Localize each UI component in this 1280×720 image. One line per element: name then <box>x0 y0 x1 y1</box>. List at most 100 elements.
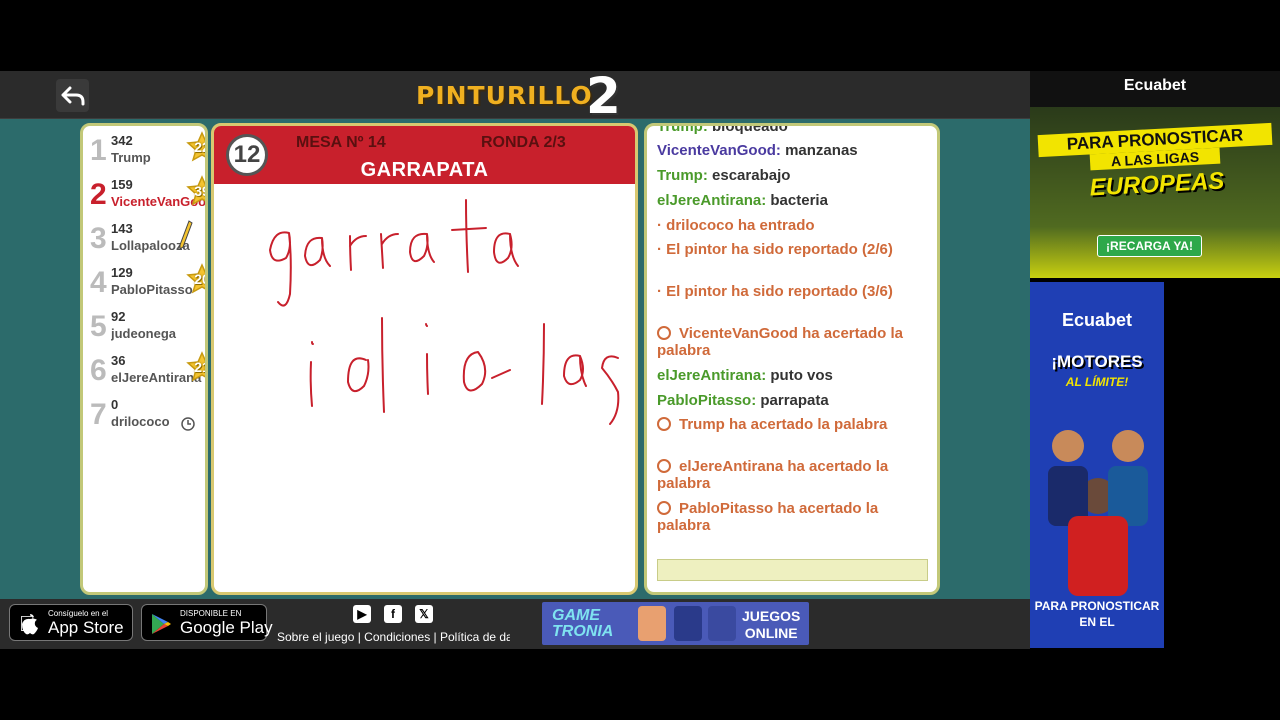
player-row[interactable]: 1342Trump22 <box>83 126 205 170</box>
chat-text: puto vos <box>770 367 833 384</box>
secret-word: GARRAPATA <box>360 159 489 181</box>
facebook-icon[interactable]: f <box>384 605 402 623</box>
stroke-d <box>347 317 385 413</box>
stroke-o <box>462 351 487 392</box>
stroke-i1 <box>309 341 314 407</box>
chat-message: elJereAntirana: bacteria <box>657 192 929 209</box>
star-badge-icon: 39 <box>186 175 205 207</box>
chat-panel: Trump: bloqueado VicenteVanGood: manzanas… <box>644 123 940 595</box>
stroke-dash <box>491 369 511 379</box>
player-score: 0 <box>111 397 119 412</box>
player-row[interactable]: 2159VicenteVanGood39 <box>83 170 205 214</box>
app-store-button[interactable]:  Consíguelo en el App Store <box>9 604 133 641</box>
screen: PINTURILLO 2 1342Trump222159VicenteVanGo… <box>0 0 1280 720</box>
chat-message: PabloPitasso: parrapata <box>657 392 929 409</box>
guess-correct-text: elJereAntirana ha acertado la palabra <box>657 458 889 492</box>
game-thumb-ship-icon <box>708 606 736 641</box>
star-badge-icon: 20 <box>186 263 205 295</box>
chat-text: escarabajo <box>712 167 791 184</box>
googleplay-small-text: DISPONIBLE EN <box>180 609 242 618</box>
youtube-icon[interactable]: ▶ <box>353 605 371 623</box>
correct-guess-icon <box>657 417 671 431</box>
chat-message: Trump: escarabajo <box>657 167 929 184</box>
stroke-a4 <box>563 354 587 387</box>
footer:  Consíguelo en el App Store DISPONIBLE … <box>0 599 1030 649</box>
star-badge-icon: 21 <box>186 351 205 383</box>
chat-text: bloqueado <box>712 123 788 135</box>
guess-correct-text: PabloPitasso ha acertado la palabra <box>657 500 879 534</box>
stroke-a3 <box>493 232 519 267</box>
board-header: 12 MESA Nº 14 RONDA 2/3 GARRAPATA <box>214 126 635 184</box>
player-row[interactable]: 3 143 Lollapalooza <box>83 214 205 258</box>
system-text: · El pintor ha sido reportado (2/6) <box>657 241 893 258</box>
player-rank: 1 <box>90 134 107 167</box>
game-thumb-face-icon <box>638 606 666 641</box>
footer-links[interactable]: Sobre el juego | Condiciones | Política … <box>277 630 510 644</box>
ad2-line1: ¡MOTORES <box>1051 352 1143 371</box>
appstore-big-text: App Store <box>48 618 124 637</box>
player-rank: 3 <box>90 222 107 255</box>
ad-banner-side[interactable]: Ecuabet ¡MOTORES AL LÍMITE! PARA PRONOST… <box>1030 282 1164 648</box>
back-arrow-icon <box>61 86 84 105</box>
drawing-canvas[interactable] <box>214 184 635 592</box>
back-button[interactable] <box>56 79 89 112</box>
chat-author: elJereAntirana: <box>657 367 767 384</box>
chat-author: Trump: <box>657 167 708 184</box>
top-bar: PINTURILLO 2 <box>0 71 1030 125</box>
player-row[interactable]: 5 92 judeonega <box>83 302 205 346</box>
chat-message: VicenteVanGood: manzanas <box>657 142 929 159</box>
gametronia-banner[interactable]: GAME TRONIA JUEGOS ONLINE <box>542 602 809 645</box>
chat-message: elJereAntirana: puto vos <box>657 367 929 384</box>
guess-correct-message: Trump ha acertado la palabra <box>657 416 929 433</box>
star-badge-icon: 22 <box>186 131 205 163</box>
player-rank: 4 <box>90 266 107 299</box>
logo: PINTURILLO 2 <box>416 71 621 125</box>
ad2-line4: EN EL <box>1079 615 1115 629</box>
gametronia-line1: GAME <box>552 607 600 624</box>
correct-guess-icon <box>657 459 671 473</box>
game-thumb-rocket-icon <box>674 606 702 641</box>
drawing-board: 12 MESA Nº 14 RONDA 2/3 GARRAPATA <box>211 123 638 595</box>
x-twitter-icon[interactable]: 𝕏 <box>415 605 433 623</box>
juegos-online-label: JUEGOS ONLINE <box>742 608 800 642</box>
chat-author: PabloPitasso: <box>657 392 757 409</box>
stroke-t <box>451 199 487 273</box>
system-text: · El pintor ha sido reportado (3/6) <box>657 283 893 300</box>
ad1-brand: Ecuabet <box>1123 77 1187 94</box>
player-name: judeonega <box>111 326 177 341</box>
google-play-button[interactable]: DISPONIBLE EN Google Play <box>141 604 273 641</box>
chat-input[interactable] <box>657 559 928 581</box>
ad-banner-top[interactable]: Ecuabet PARA PRONOSTICAR A LAS LIGAS EUR… <box>1030 71 1280 278</box>
game-area: PINTURILLO 2 1342Trump222159VicenteVanGo… <box>0 71 1030 649</box>
chat-text: manzanas <box>785 142 858 159</box>
player-row[interactable]: 636elJereAntirana21 <box>83 346 205 390</box>
logo-text: PINTURILLO <box>416 81 593 110</box>
ad2-brand: Ecuabet <box>1061 310 1133 330</box>
player-row[interactable]: 7 0 drilococo <box>83 390 205 434</box>
chat-text: bacteria <box>770 192 828 209</box>
logo-number: 2 <box>586 71 621 125</box>
chat-author: Trump: <box>657 123 708 135</box>
system-message: · El pintor ha sido reportado (2/6) <box>657 241 929 258</box>
stroke-i2 <box>425 323 429 395</box>
juegos-line1: JUEGOS <box>742 608 801 624</box>
gametronia-logo: GAME TRONIA <box>552 608 613 640</box>
guess-correct-text: VicenteVanGood ha acertado la palabra <box>657 325 903 359</box>
chat-text: parrapata <box>760 392 829 409</box>
player-score: 159 <box>111 177 133 192</box>
ad1-cta-button[interactable]: ¡RECARGA YA! <box>1097 235 1202 257</box>
player-row[interactable]: 4129PabloPitasso20 <box>83 258 205 302</box>
player-rank: 7 <box>90 398 107 431</box>
players-panel: 1342Trump222159VicenteVanGood393143Lolla… <box>80 123 208 595</box>
ad2-drivers-illustration <box>1048 430 1148 596</box>
guess-correct-message: elJereAntirana ha acertado la palabra <box>657 458 929 492</box>
player-score: 36 <box>111 353 126 368</box>
chat-author: elJereAntirana: <box>657 192 767 209</box>
stroke-a2 <box>409 232 435 263</box>
player-score: 143 <box>111 221 133 236</box>
stroke-r1 <box>349 235 367 271</box>
player-score: 129 <box>111 265 133 280</box>
stroke-a1 <box>304 236 331 267</box>
player-score: 342 <box>111 133 133 148</box>
correct-guess-icon <box>657 501 671 515</box>
